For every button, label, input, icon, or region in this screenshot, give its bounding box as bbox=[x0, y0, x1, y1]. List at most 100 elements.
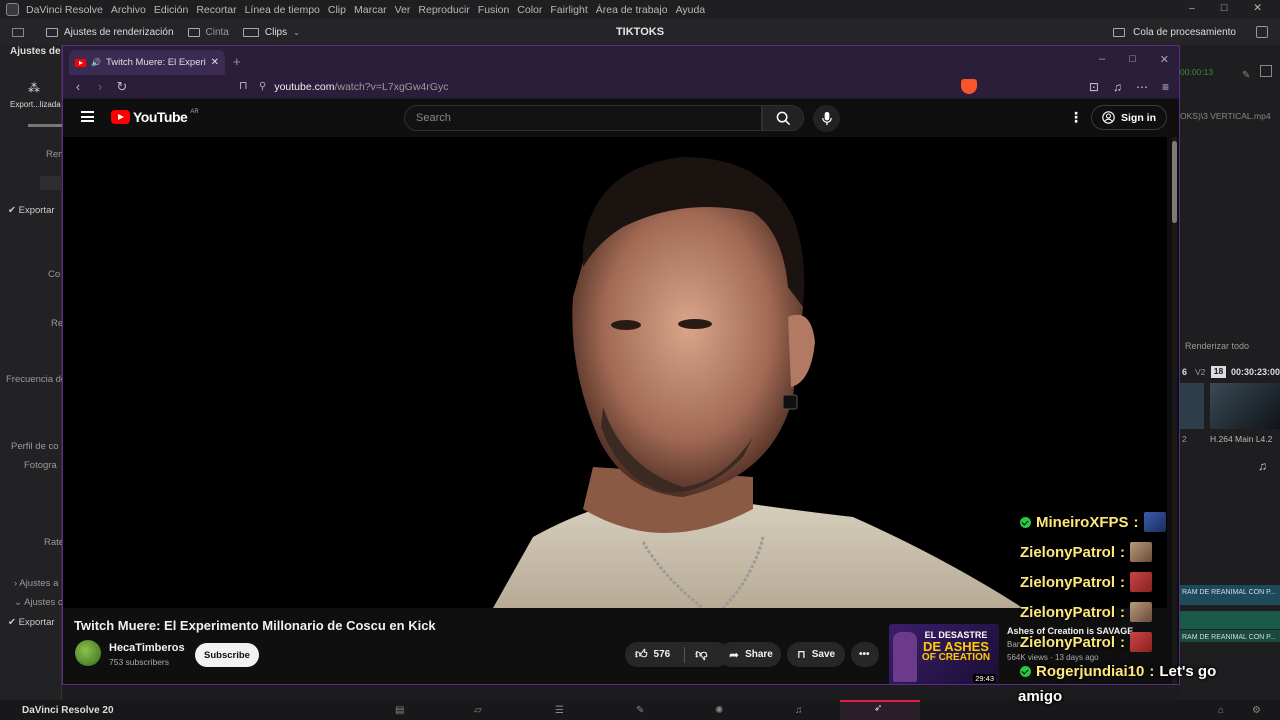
new-tab-button[interactable]: + bbox=[233, 54, 241, 69]
media-icon[interactable]: ♫ bbox=[1113, 80, 1122, 94]
thumbs-down-icon[interactable]: 👎︎ bbox=[695, 647, 707, 662]
scrollbar-thumb[interactable] bbox=[1172, 141, 1177, 223]
deliver-toolbar: Ajustes de renderización Cinta Clips ⌄ T… bbox=[0, 19, 1280, 45]
channel-name[interactable]: HecaTimberos bbox=[109, 642, 185, 654]
subtitle-settings-toggle[interactable]: ⌄ Ajustes c bbox=[14, 597, 63, 608]
more-actions-button[interactable]: ••• bbox=[851, 642, 879, 667]
site-info-icon[interactable]: ⚲ bbox=[259, 81, 266, 92]
thumbs-up-icon[interactable]: 👍︎ bbox=[635, 647, 648, 662]
brave-shields-icon[interactable] bbox=[961, 79, 977, 94]
menu-area[interactable]: Área de trabajo bbox=[596, 4, 668, 16]
menu-ayuda[interactable]: Ayuda bbox=[676, 4, 706, 16]
panel-toggle-icon[interactable] bbox=[1256, 26, 1268, 38]
color-page-icon[interactable]: ✺ bbox=[715, 705, 723, 716]
setting-field[interactable] bbox=[40, 176, 62, 190]
save-label: Save bbox=[811, 649, 836, 660]
menu-archivo[interactable]: Archivo bbox=[111, 4, 146, 16]
render-queue-button[interactable]: Cola de procesamiento bbox=[1113, 27, 1236, 38]
hamburger-menu-icon[interactable] bbox=[81, 111, 94, 122]
like-dislike-group: 👍︎ 576 👎︎ bbox=[625, 642, 729, 667]
render-settings-panel: Ajustes de r ⁂ Export...lizada Ren ✔ Exp… bbox=[0, 45, 67, 700]
fairlight-page-icon[interactable]: ♫ bbox=[795, 705, 803, 716]
video-player[interactable] bbox=[63, 137, 1167, 608]
save-button[interactable]: ⊓ Save bbox=[787, 642, 845, 667]
recommended-thumbnail[interactable]: EL DESASTRE DE ASHES OF CREATION 29:43 bbox=[889, 624, 999, 684]
close-tab-icon[interactable]: ✕ bbox=[211, 57, 219, 68]
sign-in-button[interactable]: Sign in bbox=[1091, 105, 1167, 130]
export-checkbox[interactable]: ✔ Exportar bbox=[8, 205, 55, 216]
tab-youtube[interactable]: 🔊 Twitch Muere: El Experimento ✕ bbox=[69, 50, 225, 75]
share-icon[interactable]: ⁂ bbox=[28, 81, 40, 95]
job-thumbnail[interactable] bbox=[1210, 383, 1280, 429]
pencil-icon[interactable]: ✎ bbox=[1242, 70, 1250, 81]
app-name: DaVinci Resolve 20 bbox=[22, 704, 114, 716]
url-field[interactable]: ⚲ youtube.com/watch?v=L7xgGw4rGyc bbox=[259, 77, 959, 96]
like-count[interactable]: 576 bbox=[654, 649, 671, 660]
delete-icon[interactable] bbox=[1260, 65, 1272, 77]
chat-overlay: MineiroXFPS: ZielonyPatrol: ZielonyPatro… bbox=[1012, 508, 1280, 708]
country-code: AR bbox=[190, 109, 199, 115]
maximize-icon[interactable]: □ bbox=[1221, 2, 1227, 14]
close-icon[interactable]: ✕ bbox=[1160, 53, 1169, 66]
minimize-icon[interactable]: – bbox=[1189, 2, 1195, 14]
menu-fusion[interactable]: Fusion bbox=[478, 4, 510, 16]
export-preset-label[interactable]: Export...lizada bbox=[10, 100, 61, 109]
music-icon[interactable]: ♫ bbox=[1258, 459, 1267, 473]
menu-clip[interactable]: Clip bbox=[328, 4, 346, 16]
maximize-icon[interactable]: □ bbox=[1129, 53, 1136, 66]
deliver-page-tab[interactable]: ➶ bbox=[840, 700, 920, 720]
monitor-icon[interactable] bbox=[12, 27, 24, 37]
menu-color[interactable]: Color bbox=[517, 4, 542, 16]
sign-in-label: Sign in bbox=[1121, 111, 1156, 124]
thumbnail-line2: DE ASHES bbox=[923, 639, 989, 654]
more-options-icon[interactable]: ⋮ bbox=[1069, 109, 1083, 126]
menu-fairlight[interactable]: Fairlight bbox=[550, 4, 587, 16]
chat-user: ZielonyPatrol bbox=[1020, 543, 1116, 561]
fusion-page-icon[interactable]: ✎ bbox=[636, 705, 644, 716]
menu-icon[interactable]: ≡ bbox=[1162, 80, 1169, 94]
search-input[interactable]: Search bbox=[404, 105, 762, 131]
export-subs-checkbox[interactable]: ✔ Exportar bbox=[8, 617, 55, 628]
bookmark-icon[interactable]: ⊓ bbox=[239, 79, 248, 92]
search-button[interactable] bbox=[762, 105, 804, 131]
app-window-controls: – □ ✕ bbox=[1189, 2, 1270, 14]
emote-icon bbox=[1143, 512, 1166, 532]
menu-app[interactable]: DaVinci Resolve bbox=[26, 4, 103, 16]
account-icon bbox=[1102, 111, 1115, 124]
media-page-icon[interactable]: ▤ bbox=[395, 705, 404, 716]
render-settings-label: Ajustes de renderización bbox=[64, 26, 174, 38]
chat-text: amigo bbox=[1018, 688, 1063, 705]
edit-page-icon[interactable]: ☰ bbox=[555, 705, 564, 716]
forward-icon[interactable]: › bbox=[93, 79, 107, 94]
subscribe-button[interactable]: Subscribe bbox=[195, 643, 259, 667]
channel-avatar[interactable] bbox=[75, 640, 101, 666]
youtube-header: YouTube AR Search ⋮ Sign in bbox=[63, 99, 1179, 136]
job-thumbnail[interactable] bbox=[1180, 383, 1204, 429]
clips-button[interactable]: Clips ⌄ bbox=[242, 27, 300, 38]
menu-edicion[interactable]: Edición bbox=[154, 4, 188, 16]
reader-mode-icon[interactable]: ⊡ bbox=[1089, 80, 1099, 94]
menu-marcar[interactable]: Marcar bbox=[354, 4, 387, 16]
share-button[interactable]: ➦ Share bbox=[719, 642, 781, 667]
minimize-icon[interactable]: – bbox=[1099, 53, 1105, 66]
extensions-icon[interactable]: ⋯ bbox=[1136, 80, 1148, 94]
close-icon[interactable]: ✕ bbox=[1253, 2, 1262, 14]
video-title: Twitch Muere: El Experimento Millonario … bbox=[74, 618, 436, 633]
cut-page-icon[interactable]: ▱ bbox=[474, 705, 482, 716]
advanced-settings-toggle[interactable]: › Ajustes a bbox=[14, 578, 58, 589]
reload-icon[interactable]: ↻ bbox=[115, 79, 129, 95]
tape-label: Cinta bbox=[205, 26, 229, 38]
menu-linea[interactable]: Línea de tiempo bbox=[245, 4, 320, 16]
youtube-logo[interactable]: YouTube AR bbox=[111, 109, 199, 125]
chat-user: ZielonyPatrol bbox=[1020, 573, 1116, 591]
render-settings-button[interactable]: Ajustes de renderización bbox=[46, 27, 174, 38]
emote-icon bbox=[1130, 602, 1153, 622]
voice-search-button[interactable] bbox=[813, 105, 840, 132]
menu-ver[interactable]: Ver bbox=[395, 4, 411, 16]
back-icon[interactable]: ‹ bbox=[71, 79, 85, 94]
render-all-button[interactable]: Renderizar todo bbox=[1185, 341, 1249, 351]
menu-reproducir[interactable]: Reproducir bbox=[418, 4, 469, 16]
tape-button[interactable]: Cinta bbox=[187, 26, 229, 38]
url-domain: youtube.com bbox=[274, 80, 335, 93]
menu-recortar[interactable]: Recortar bbox=[196, 4, 236, 16]
